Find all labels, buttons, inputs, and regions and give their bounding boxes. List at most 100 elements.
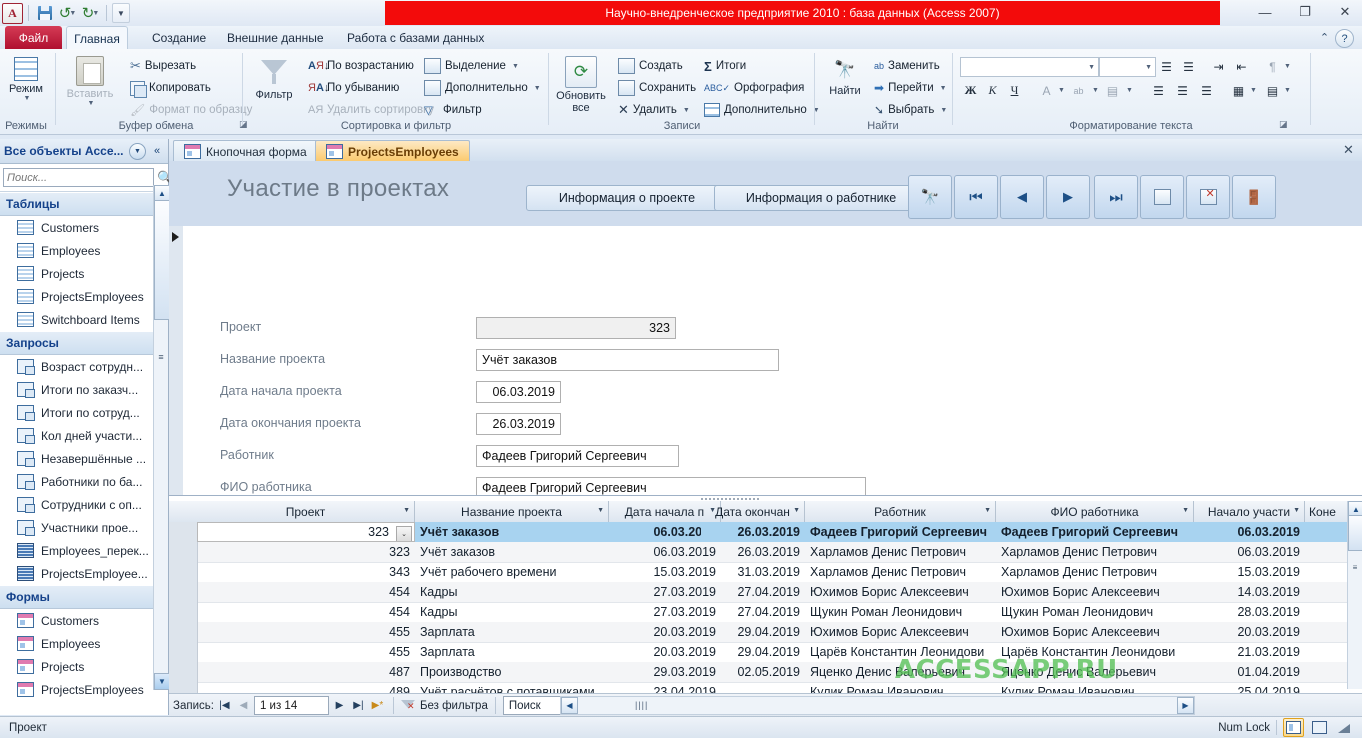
- cell-employee[interactable]: Харламов Денис Петрович: [805, 562, 996, 582]
- chevron-down-icon[interactable]: ▼: [88, 100, 95, 107]
- row-selector[interactable]: [169, 662, 198, 682]
- add-record-button[interactable]: [1140, 175, 1184, 219]
- chevron-down-icon[interactable]: ▼: [984, 507, 991, 514]
- cut-button[interactable]: ✂ Вырезать: [130, 55, 196, 77]
- design-view-button[interactable]: [1335, 719, 1354, 736]
- nav-group-tables[interactable]: Таблицы ▲: [0, 192, 168, 216]
- chevron-down-icon[interactable]: ▼: [940, 107, 947, 114]
- cell-participation-start[interactable]: 06.03.2019: [1194, 542, 1305, 562]
- tab-switchboard-form[interactable]: Кнопочная форма: [173, 140, 318, 162]
- table-row[interactable]: 454 Кадры 27.03.2019 27.04.2019 Юхимов Б…: [169, 582, 1362, 603]
- cell-employee-fullname[interactable]: Харламов Денис Петрович: [996, 542, 1194, 562]
- employee-info-button[interactable]: Информация о работнике: [714, 185, 928, 211]
- column-header-project[interactable]: Проект ▼: [197, 501, 415, 522]
- fill-color-icon[interactable]: ▤: [1102, 81, 1123, 100]
- column-header-project-name[interactable]: Название проекта ▼: [415, 501, 609, 522]
- save-icon[interactable]: [34, 3, 55, 23]
- nav-item-query-0[interactable]: Возраст сотрудн...: [0, 355, 168, 378]
- row-selector[interactable]: [169, 642, 198, 662]
- cell-participation-end[interactable]: [1305, 642, 1348, 662]
- field-input-employee[interactable]: Фадеев Григорий Сергеевич: [476, 445, 679, 467]
- font-size-select[interactable]: ▼: [1099, 57, 1156, 77]
- row-selector[interactable]: [169, 542, 198, 562]
- cell-project[interactable]: 323: [197, 542, 415, 562]
- tab-create[interactable]: Создание: [140, 26, 218, 49]
- chevron-down-icon[interactable]: ▼: [1284, 87, 1291, 94]
- cell-project[interactable]: 455: [197, 622, 415, 642]
- last-record-button[interactable]: ▶|: [350, 697, 367, 714]
- close-form-button[interactable]: 🚪: [1232, 175, 1276, 219]
- chevron-down-icon[interactable]: ▼: [1293, 507, 1300, 514]
- prev-record-button[interactable]: ◀: [1000, 175, 1044, 219]
- cell-project[interactable]: 454: [197, 602, 415, 622]
- cell-end-date[interactable]: 27.04.2019: [701, 582, 805, 602]
- cell-end-date[interactable]: 31.03.2019: [701, 562, 805, 582]
- nav-item-employees-form[interactable]: Employees: [0, 632, 168, 655]
- cell-end-date[interactable]: 26.03.2019: [701, 522, 805, 542]
- search-input[interactable]: [3, 168, 154, 187]
- cell-project-name[interactable]: Учёт рабочего времени: [415, 562, 609, 582]
- scroll-right-icon[interactable]: ▶: [1177, 697, 1194, 714]
- alt-fill-icon[interactable]: ▤: [1262, 81, 1283, 100]
- cell-project[interactable]: 343: [197, 562, 415, 582]
- table-row[interactable]: 343 Учёт рабочего времени 15.03.2019 31.…: [169, 562, 1362, 583]
- row-selector[interactable]: [169, 622, 198, 642]
- delete-record-button[interactable]: ✕ Удалить ▼: [618, 99, 690, 121]
- tab-external-data[interactable]: Внешние данные: [215, 26, 336, 49]
- first-record-button[interactable]: ⏮: [954, 175, 998, 219]
- cell-project[interactable]: 487: [197, 662, 415, 682]
- column-header-participation-start[interactable]: Начало участи ▼: [1194, 501, 1305, 522]
- project-info-button[interactable]: Информация о проекте: [526, 185, 728, 211]
- nav-item-employees-table[interactable]: Employees: [0, 239, 168, 262]
- cell-employee[interactable]: Щукин Роман Леонидович: [805, 602, 996, 622]
- save-record-button[interactable]: Сохранить: [618, 77, 696, 99]
- new-record-button[interactable]: ▶*: [369, 697, 386, 714]
- minimize-ribbon-icon[interactable]: ⌃: [1317, 30, 1332, 45]
- align-center-icon[interactable]: ☰: [1172, 81, 1193, 100]
- row-selector[interactable]: [169, 522, 198, 542]
- chevron-down-icon[interactable]: ▼: [1058, 87, 1065, 94]
- next-record-button[interactable]: ▶: [1046, 175, 1090, 219]
- underline-button[interactable]: Ч: [1004, 81, 1025, 100]
- nav-item-projectsemployees-form[interactable]: ProjectsEmployees: [0, 678, 168, 697]
- access-logo-icon[interactable]: A: [2, 2, 23, 24]
- nav-item-projectsemployees-table[interactable]: ProjectsEmployees: [0, 285, 168, 308]
- record-position-input[interactable]: 1 из 14: [253, 696, 329, 715]
- row-selector[interactable]: [169, 582, 198, 602]
- replace-button[interactable]: ab Заменить: [874, 55, 940, 77]
- cell-project[interactable]: 454: [197, 582, 415, 602]
- cell-end-date[interactable]: 26.03.2019: [701, 542, 805, 562]
- field-input-employee-fullname[interactable]: Фадеев Григорий Сергеевич: [476, 477, 866, 495]
- cell-participation-start[interactable]: 28.03.2019: [1194, 602, 1305, 622]
- cell-participation-end[interactable]: [1305, 662, 1348, 682]
- prev-record-button[interactable]: ◀: [235, 697, 252, 714]
- chevron-down-icon[interactable]: ⌄: [396, 526, 412, 541]
- cell-end-date[interactable]: 29.04.2019: [701, 642, 805, 662]
- cell-project-name[interactable]: Кадры: [415, 602, 609, 622]
- next-record-button[interactable]: ▶: [331, 697, 348, 714]
- toggle-filter-button[interactable]: ▽ Фильтр: [424, 99, 482, 121]
- indent-increase-icon[interactable]: ⇤: [1231, 57, 1252, 76]
- advanced-filter-button[interactable]: Дополнительно ▼: [424, 77, 541, 99]
- cell-participation-start[interactable]: 06.03.2019: [1194, 522, 1305, 542]
- table-row[interactable]: 454 Кадры 27.03.2019 27.04.2019 Щукин Ро…: [169, 602, 1362, 623]
- cell-project[interactable]: 323 ⌄: [197, 522, 415, 542]
- chevron-down-icon[interactable]: ▼: [683, 107, 690, 114]
- bold-button[interactable]: Ж: [960, 81, 981, 100]
- help-icon[interactable]: ?: [1335, 29, 1354, 48]
- nav-group-forms[interactable]: Формы ▲: [0, 585, 168, 609]
- nav-item-query-3[interactable]: Кол дней участи...: [0, 424, 168, 447]
- highlight-icon[interactable]: ab: [1068, 81, 1089, 100]
- layout-view-button[interactable]: [1310, 719, 1329, 736]
- field-input-project[interactable]: 323: [476, 317, 676, 339]
- cell-participation-end[interactable]: [1305, 602, 1348, 622]
- cell-employee-fullname[interactable]: Фадеев Григорий Сергеевич: [996, 522, 1194, 542]
- first-record-button[interactable]: |◀: [216, 697, 233, 714]
- textformat-dialog-launcher-icon[interactable]: ◪: [1279, 119, 1290, 130]
- cell-project-name[interactable]: Учёт заказов: [415, 522, 609, 542]
- chevron-down-icon[interactable]: ▼: [129, 142, 146, 160]
- field-input-project-end[interactable]: 26.03.2019: [476, 413, 561, 435]
- row-selector[interactable]: [169, 602, 198, 622]
- scroll-down-icon[interactable]: ▼: [154, 673, 170, 690]
- form-view-button[interactable]: [1283, 718, 1304, 737]
